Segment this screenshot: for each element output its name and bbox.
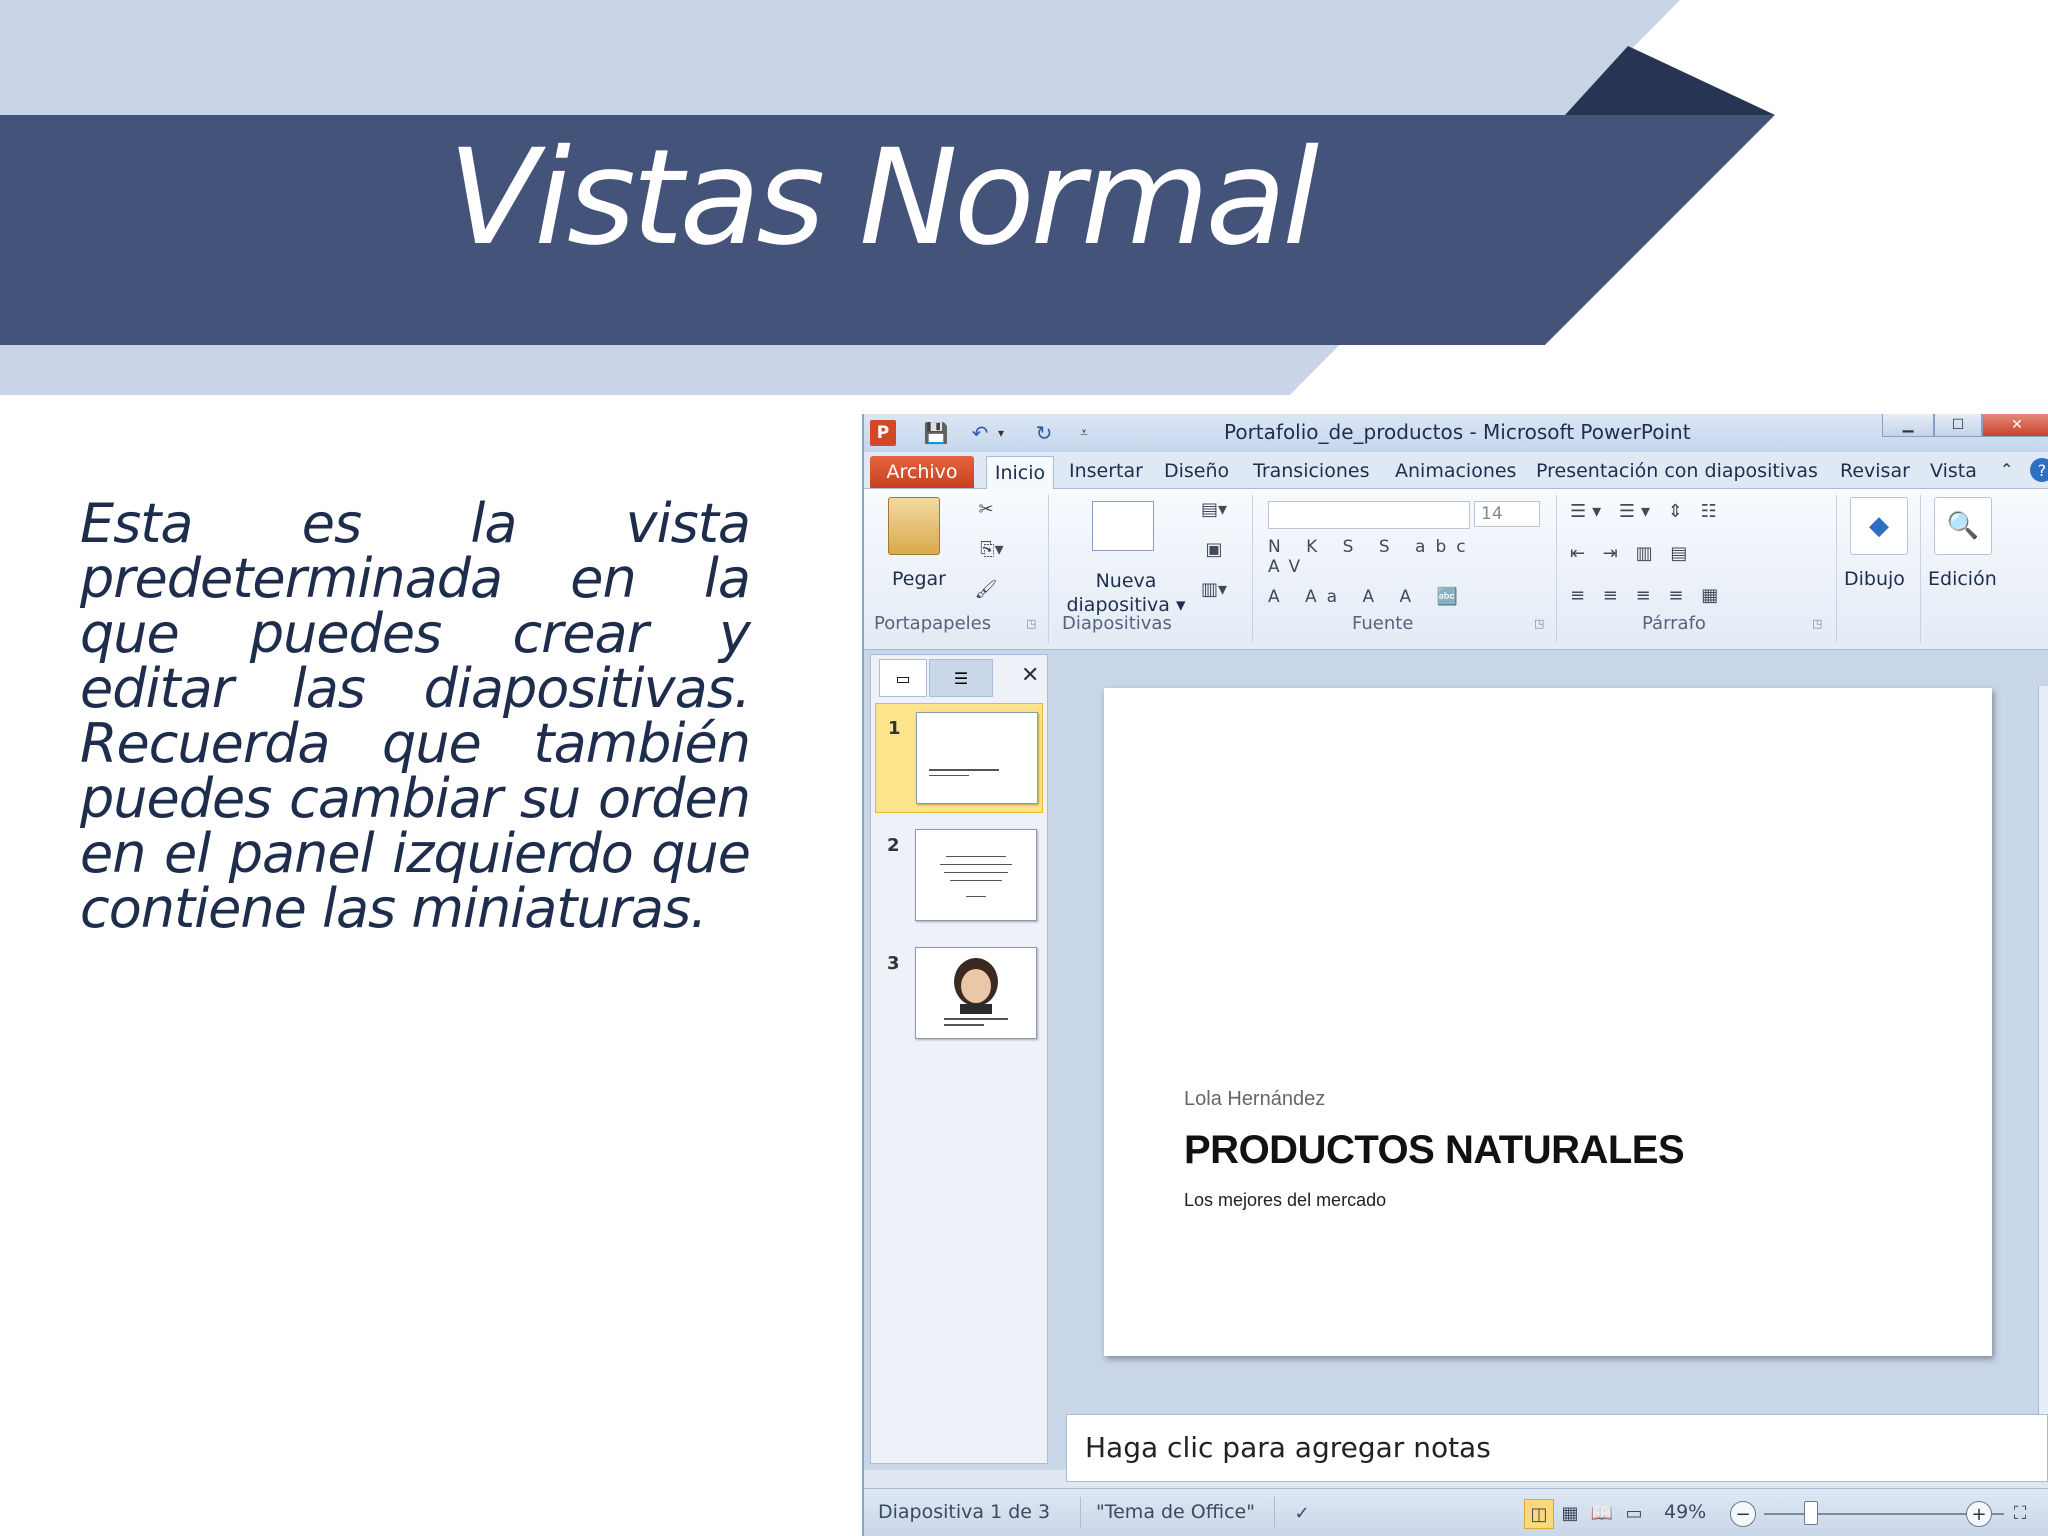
copy-icon[interactable]: ⎘▾ [972, 535, 1012, 563]
dialog-launcher-icon[interactable]: ◳ [1812, 617, 1822, 630]
tab-transiciones[interactable]: Transiciones [1253, 460, 1369, 482]
redo-icon[interactable]: ↻ [1032, 420, 1056, 446]
group-fuente: Fuente [1352, 613, 1414, 634]
layout-icon[interactable]: ▤▾ [1194, 495, 1234, 523]
tab-slides[interactable]: ▭ [879, 659, 927, 697]
ribbon: Pegar ✂ ⎘▾ 🖌 Portapapeles ◳ Nueva diaposi… [864, 489, 2048, 650]
tab-inicio[interactable]: Inicio [986, 456, 1054, 489]
thumbnail-preview [916, 712, 1038, 804]
zoom-slider-handle[interactable] [1804, 1501, 1818, 1525]
slideshow-icon[interactable]: ▭ [1620, 1499, 1648, 1527]
slide-thumbnail-1[interactable]: 1 [875, 703, 1043, 813]
fit-to-window-icon[interactable]: ⛶ [2006, 1499, 2034, 1527]
workspace: ▭ ☰ ✕ 1 2 3 Lola Hernández PRODUCTOS NAT… [864, 650, 2048, 1470]
tab-revisar[interactable]: Revisar [1840, 460, 1910, 482]
new-slide-button[interactable]: Nueva diapositiva ▾ [1060, 569, 1192, 617]
thumbnail-preview [915, 947, 1037, 1039]
reset-icon[interactable]: ▣ [1194, 535, 1234, 563]
dialog-launcher-icon[interactable]: ◳ [1534, 617, 1544, 630]
font-size-field[interactable]: 14 [1474, 501, 1540, 527]
paste-button[interactable]: Pegar [892, 567, 946, 591]
drawing-button[interactable]: Dibujo [1844, 567, 1905, 591]
slides-panel: ▭ ☰ ✕ 1 2 3 [870, 654, 1048, 1464]
find-icon[interactable]: 🔍 [1934, 497, 1992, 555]
minimize-ribbon-icon[interactable]: ⌃ [2000, 460, 2013, 479]
tab-outline[interactable]: ☰ [929, 659, 993, 697]
help-icon[interactable]: ? [2030, 458, 2048, 482]
undo-icon[interactable]: ↶ [968, 420, 992, 446]
customize-toolbar-icon[interactable]: ⩡ [1076, 420, 1092, 446]
powerpoint-window: P 💾 ↶ ▾ ↻ ⩡ Portafolio_de_productos - Mi… [862, 414, 2048, 1536]
ribbon-tabs: Archivo Inicio Insertar Diseño Transicio… [864, 452, 2048, 489]
current-slide[interactable]: Lola Hernández PRODUCTOS NATURALES Los m… [1104, 688, 1992, 1356]
font-size-icons[interactable]: A Aa A A 🔤 [1268, 583, 1568, 611]
group-portapapeles: Portapapeles [874, 613, 992, 634]
paste-icon[interactable] [888, 497, 940, 555]
new-slide-icon[interactable] [1092, 501, 1154, 551]
dialog-launcher-icon[interactable]: ◳ [1026, 617, 1036, 630]
zoom-in-icon[interactable]: + [1966, 1501, 1992, 1527]
group-diapositivas: Diapositivas [1062, 613, 1172, 634]
group-divider [1836, 495, 1837, 643]
slide-thumbnail-3[interactable]: 3 [875, 939, 1041, 1047]
slide-sorter-icon[interactable]: ▦ [1556, 1499, 1584, 1527]
zoom-level[interactable]: 49% [1664, 1501, 1706, 1523]
group-parrafo: Párrafo [1642, 613, 1706, 634]
slide-indicator: Diapositiva 1 de 3 [878, 1501, 1051, 1523]
indent-icons[interactable]: ⇤ ⇥ ▥ ▤ [1570, 539, 1810, 567]
thumbnail-number: 1 [888, 718, 901, 739]
font-name-field[interactable] [1268, 501, 1470, 529]
chevron-down-icon[interactable]: ▾ [994, 420, 1008, 446]
status-divider [1274, 1497, 1275, 1529]
thumbnail-preview [915, 829, 1037, 921]
slide-thumbnail-2[interactable]: 2 [875, 821, 1041, 929]
thumbnail-number: 3 [887, 953, 900, 974]
thumbnail-number: 2 [887, 835, 900, 856]
notes-pane[interactable]: Haga clic para agregar notas [1066, 1414, 2048, 1482]
close-button[interactable]: ✕ [1982, 414, 2048, 437]
theme-name[interactable]: "Tema de Office" [1096, 1501, 1255, 1523]
close-icon[interactable]: ✕ [1021, 663, 1039, 688]
slide-editor[interactable]: Lola Hernández PRODUCTOS NATURALES Los m… [1060, 654, 2044, 1414]
body-paragraph: Esta es la vista predeterminada en la qu… [80, 492, 751, 940]
group-divider [1048, 495, 1049, 643]
status-bar: Diapositiva 1 de 3 "Tema de Office" ✓ ◫ … [864, 1488, 2048, 1536]
reading-view-icon[interactable]: 📖 [1588, 1499, 1616, 1527]
tab-vista[interactable]: Vista [1930, 460, 1977, 482]
drawing-icon[interactable]: ◆ [1850, 497, 1908, 555]
powerpoint-icon[interactable]: P [870, 420, 896, 446]
section-icon[interactable]: ▥▾ [1194, 575, 1234, 603]
person-icon [944, 958, 1008, 1026]
tab-diseno[interactable]: Diseño [1164, 460, 1229, 482]
tab-animaciones[interactable]: Animaciones [1395, 460, 1516, 482]
status-divider [1080, 1497, 1081, 1529]
editing-button[interactable]: Edición [1928, 567, 1997, 591]
tab-archivo[interactable]: Archivo [870, 456, 974, 488]
tab-insertar[interactable]: Insertar [1069, 460, 1143, 482]
window-title: Portafolio_de_productos - Microsoft Powe… [1224, 420, 1691, 444]
align-icons[interactable]: ≡ ≡ ≡ ≡ ▦ [1570, 581, 1810, 609]
slide-author[interactable]: Lola Hernández [1184, 1088, 1325, 1111]
slide-title: Vistas Normal [448, 121, 1319, 275]
tab-presentacion[interactable]: Presentación con diapositivas [1536, 460, 1818, 482]
font-format-icons[interactable]: N K S S abc AV [1268, 537, 1528, 577]
list-icons[interactable]: ☰▾ ☰▾ ⇕ ☷ [1570, 497, 1810, 525]
group-divider [1252, 495, 1253, 643]
zoom-out-icon[interactable]: − [1730, 1501, 1756, 1527]
cut-icon[interactable]: ✂ [972, 495, 1000, 523]
spellcheck-icon[interactable]: ✓ [1288, 1499, 1316, 1527]
save-icon[interactable]: 💾 [924, 420, 949, 446]
format-painter-icon[interactable]: 🖌 [972, 575, 1000, 603]
minimize-button[interactable]: ▁ [1882, 414, 1934, 437]
group-divider [1920, 495, 1921, 643]
maximize-button[interactable]: ☐ [1934, 414, 1982, 437]
slide-heading[interactable]: PRODUCTOS NATURALES [1184, 1128, 1685, 1173]
title-bar: P 💾 ↶ ▾ ↻ ⩡ Portafolio_de_productos - Mi… [864, 414, 2048, 452]
group-divider [1556, 495, 1557, 643]
normal-view-icon[interactable]: ◫ [1524, 1499, 1554, 1529]
notes-placeholder[interactable]: Haga clic para agregar notas [1085, 1431, 1491, 1464]
vertical-scrollbar[interactable] [2038, 686, 2048, 1416]
slide-subtitle[interactable]: Los mejores del mercado [1184, 1190, 1386, 1211]
